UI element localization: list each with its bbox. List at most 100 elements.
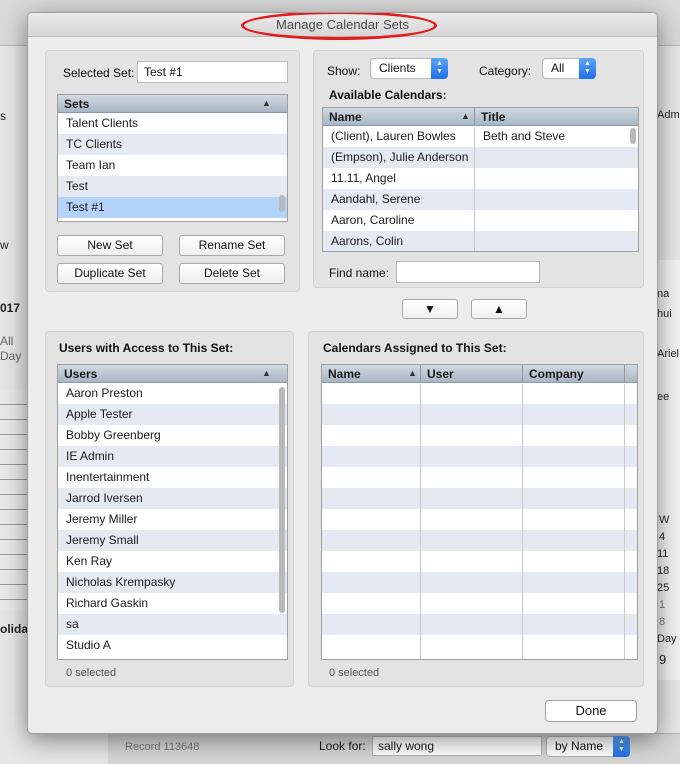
bg-text: Day: [657, 633, 677, 645]
users-scrollbar[interactable]: [279, 387, 285, 613]
table-row: [322, 509, 637, 530]
delete-set-button[interactable]: Delete Set: [179, 263, 285, 284]
category-popup[interactable]: All ▲ ▼: [542, 58, 596, 79]
sets-list[interactable]: Sets ▲ Talent Clients TC Clients Team Ian T…: [57, 94, 288, 222]
column-user[interactable]: User: [427, 367, 454, 381]
sort-popup[interactable]: by Name ▲ ▼: [546, 736, 630, 757]
available-scrollbar[interactable]: [630, 128, 636, 144]
list-item[interactable]: Richard Gaskin: [58, 593, 287, 614]
selected-set-field[interactable]: Test #1: [137, 61, 288, 83]
assigned-calendars-list[interactable]: Name ▲ User Company: [321, 364, 638, 660]
new-set-button[interactable]: New Set: [57, 235, 163, 256]
list-item[interactable]: (Empson), Julie Anderson: [323, 147, 638, 168]
list-item[interactable]: Aaron Preston: [58, 383, 287, 404]
bg-text: 25: [657, 582, 670, 594]
popup-arrows-icon: ▲ ▼: [579, 58, 596, 79]
list-item[interactable]: Nicholas Krempasky: [58, 572, 287, 593]
list-item-label: Inentertainment: [66, 470, 150, 484]
list-item[interactable]: Inentertainment: [58, 467, 287, 488]
column-separator: [522, 384, 523, 659]
sets-panel: Selected Set: Test #1 Sets ▲ Talent Clie…: [45, 50, 300, 292]
list-item-label: (Client), Lauren Bowles: [331, 129, 456, 143]
table-row: [322, 593, 637, 614]
sort-ascending-icon: ▲: [408, 368, 417, 378]
table-row: [322, 425, 637, 446]
column-title[interactable]: Title: [481, 110, 505, 124]
popup-arrows-icon: ▲ ▼: [431, 58, 448, 79]
list-item-label: 11.11, Angel: [331, 171, 396, 185]
list-item[interactable]: sa: [58, 614, 287, 635]
list-item[interactable]: Test #1: [58, 197, 287, 218]
background-status-bar: Record 113648 Look for: sally wong by Na…: [108, 733, 680, 764]
list-item[interactable]: Jeremy Small: [58, 530, 287, 551]
list-item[interactable]: Aaron, Caroline: [323, 210, 638, 231]
available-calendars-panel: Show: Clients ▲ ▼ Category: All ▲ ▼ Availa…: [313, 50, 644, 288]
list-item[interactable]: 11.11, Angel: [323, 168, 638, 189]
bg-text: All: [0, 334, 14, 348]
list-item-label: Ken Ray: [66, 554, 113, 568]
bg-text: 8: [659, 616, 666, 628]
column-separator: [474, 108, 475, 126]
list-item-label: Talent Clients: [66, 116, 139, 130]
table-row: [322, 467, 637, 488]
show-popup[interactable]: Clients ▲ ▼: [370, 58, 448, 79]
look-for-input[interactable]: sally wong: [372, 736, 542, 756]
list-item[interactable]: Aarons, Colin: [323, 231, 638, 251]
selected-set-label: Selected Set:: [63, 66, 135, 80]
table-row: [322, 446, 637, 467]
list-item-label: Jeremy Small: [66, 533, 139, 547]
list-item[interactable]: TC Clients: [58, 134, 287, 155]
users-panel: Users with Access to This Set: Users ▲ A…: [45, 331, 294, 687]
list-item[interactable]: Jeremy Miller: [58, 509, 287, 530]
list-item[interactable]: Ken Ray: [58, 551, 287, 572]
table-row: [322, 404, 637, 425]
list-item-label: Aandahl, Serene: [331, 192, 421, 206]
list-item[interactable]: Aandahl, Serene: [323, 189, 638, 210]
list-item[interactable]: IE Admin: [58, 446, 287, 467]
rename-set-button[interactable]: Rename Set: [179, 235, 285, 256]
users-selected-count: 0 selected: [66, 667, 117, 679]
list-item[interactable]: Talent Clients: [58, 113, 287, 134]
users-access-label: Users with Access to This Set:: [59, 341, 234, 355]
list-item-label: Beth and Steve: [483, 129, 566, 143]
available-list-header: Name ▲ Title: [323, 108, 638, 126]
bg-text: na: [657, 288, 670, 300]
available-calendars-label: Available Calendars:: [329, 88, 447, 102]
list-item-label: Team Ian: [66, 158, 116, 172]
column-separator: [624, 384, 625, 659]
list-item[interactable]: Jarrod Iversen: [58, 488, 287, 509]
duplicate-set-button[interactable]: Duplicate Set: [57, 263, 163, 284]
list-item-label: Apple Tester: [66, 407, 133, 421]
column-company[interactable]: Company: [529, 367, 584, 381]
users-list[interactable]: Users ▲ Aaron Preston Apple Tester Bobby G…: [57, 364, 288, 660]
list-item[interactable]: Bobby Greenberg: [58, 425, 287, 446]
list-item-label: (Empson), Julie Anderson: [331, 150, 469, 164]
column-name[interactable]: Name: [328, 367, 361, 381]
list-item[interactable]: Test: [58, 176, 287, 197]
sets-header-label: Sets: [64, 97, 90, 111]
list-item[interactable]: (Client), Lauren Bowles Beth and Steve: [323, 126, 638, 147]
users-list-header[interactable]: Users ▲: [58, 365, 287, 383]
list-item[interactable]: Studio A: [58, 635, 287, 656]
find-name-input[interactable]: [396, 261, 540, 283]
sets-scrollbar[interactable]: [279, 195, 285, 212]
sets-list-header[interactable]: Sets ▲: [58, 95, 287, 113]
available-calendars-list[interactable]: Name ▲ Title (Client), Lauren Bowles Beth…: [322, 107, 639, 252]
list-item-label: Studio A: [66, 638, 111, 652]
category-popup-value: All: [551, 61, 565, 75]
available-rows: (Client), Lauren Bowles Beth and Steve (Em…: [323, 126, 638, 251]
move-down-button[interactable]: ▼: [402, 299, 458, 319]
column-separator: [420, 384, 421, 659]
bg-text: Day: [0, 349, 22, 363]
assigned-rows: [322, 383, 637, 656]
list-item[interactable]: Team Ian: [58, 155, 287, 176]
bg-text: 4: [659, 531, 666, 543]
table-row: [322, 572, 637, 593]
done-button[interactable]: Done: [545, 700, 637, 722]
list-item[interactable]: Apple Tester: [58, 404, 287, 425]
category-label: Category:: [479, 64, 532, 78]
sets-rows: Talent Clients TC Clients Team Ian Test Test…: [58, 113, 287, 218]
move-up-button[interactable]: ▲: [471, 299, 527, 319]
column-name[interactable]: Name: [329, 110, 362, 124]
bg-text: w: [0, 238, 9, 252]
